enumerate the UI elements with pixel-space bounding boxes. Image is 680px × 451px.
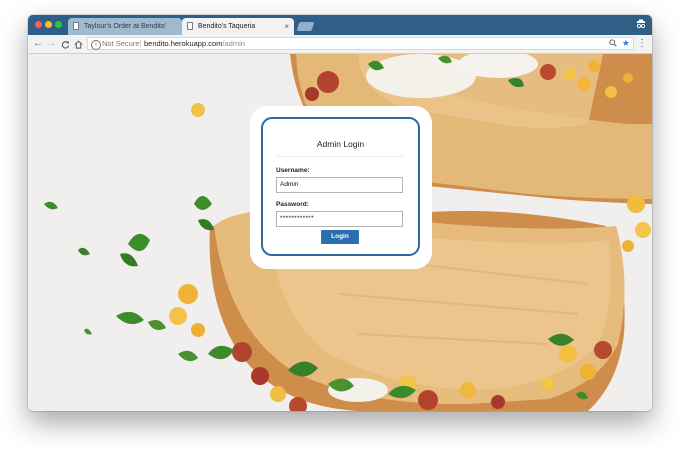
password-label: Password: [276, 201, 309, 208]
tab-title: Bendito's Taqueria [198, 23, 256, 30]
close-icon[interactable]: × [284, 18, 289, 35]
tab-taylours-order[interactable]: Taylour's Order at Bendito's Ta [68, 18, 182, 35]
back-icon[interactable]: ← [32, 37, 44, 51]
window-minimize-button[interactable] [45, 21, 52, 28]
page-viewport: Admin Login Username: Admin Password: **… [28, 54, 652, 411]
divider [140, 40, 141, 47]
url-text[interactable]: bendito.herokuapp.com/admin [144, 38, 245, 49]
login-form: Admin Login Username: Admin Password: **… [261, 117, 420, 256]
tab-strip: Taylour's Order at Bendito's Ta Bendito'… [28, 15, 652, 35]
home-icon[interactable] [72, 37, 84, 51]
window-maximize-button[interactable] [55, 21, 62, 28]
divider [276, 156, 405, 157]
zoom-icon[interactable] [609, 38, 617, 49]
username-label: Username: [276, 167, 310, 174]
tab-benditos-taqueria[interactable]: Bendito's Taqueria × [182, 18, 294, 35]
menu-icon[interactable]: ⋮ [637, 37, 647, 51]
login-title: Admin Login [316, 139, 365, 149]
address-bar[interactable]: i Not Secure bendito.herokuapp.com/admin… [87, 37, 634, 50]
tab-title: Taylour's Order at Bendito's Ta [84, 23, 166, 30]
browser-toolbar: ← → i Not Secure bendito.herokuapp.com/a… [28, 35, 652, 54]
new-tab-button[interactable] [296, 22, 315, 31]
star-icon[interactable]: ★ [622, 37, 630, 49]
page-icon [73, 22, 79, 30]
security-label: Not Secure [102, 39, 140, 48]
page-icon [187, 22, 193, 30]
login-button[interactable]: Login [321, 230, 359, 244]
admin-login-card: Admin Login Username: Admin Password: **… [250, 106, 432, 269]
reload-icon[interactable] [59, 37, 71, 51]
browser-window: Taylour's Order at Bendito's Ta Bendito'… [28, 15, 652, 411]
incognito-icon[interactable] [636, 19, 646, 29]
window-close-button[interactable] [35, 21, 42, 28]
password-input[interactable]: ************ [276, 211, 403, 227]
url-path: /admin [222, 39, 245, 48]
url-host: bendito.herokuapp.com [144, 39, 223, 48]
forward-icon[interactable]: → [45, 37, 57, 51]
info-icon[interactable]: i [91, 39, 101, 50]
username-input[interactable]: Admin [276, 177, 403, 193]
